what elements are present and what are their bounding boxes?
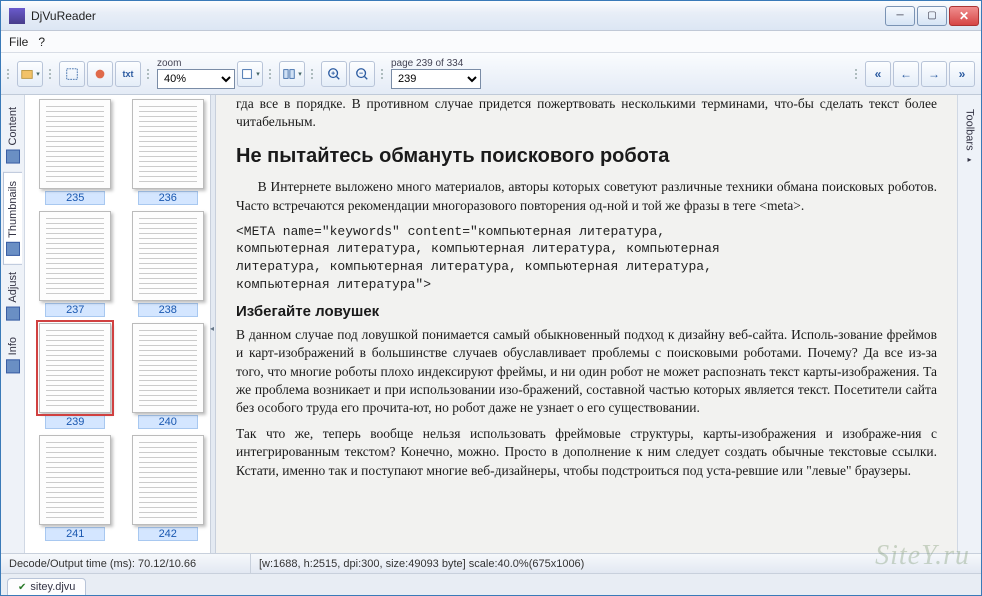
page-combo[interactable]: 239: [391, 69, 481, 89]
thumbnail-number: 236: [138, 191, 198, 205]
page-subheading: Избегайте ловушек: [236, 303, 937, 320]
tab-info[interactable]: Info: [4, 329, 22, 381]
thumbnail[interactable]: 240: [126, 323, 211, 429]
page-code-block: <META name="keywords" content="компьютер…: [236, 223, 937, 293]
side-tabs: Content Thumbnails Adjust Info: [1, 95, 25, 553]
page-paragraph: В Интернете выложено много материалов, а…: [236, 178, 937, 214]
minimize-button[interactable]: ─: [885, 6, 915, 26]
text-tool-button[interactable]: txt: [115, 61, 141, 87]
zoom-combo[interactable]: 40%: [157, 69, 235, 89]
tab-toolbars[interactable]: Toolbars: [962, 101, 978, 172]
thumbnail-image: [132, 323, 204, 413]
tab-thumbnails[interactable]: Thumbnails: [3, 172, 22, 265]
page-heading: Не пытайтесь обмануть поискового робота: [236, 145, 937, 168]
page-paragraph: В данном случае под ловушкой понимается …: [236, 326, 937, 417]
page-paragraph: гда все в порядке. В противном случае пр…: [236, 95, 937, 131]
app-title: DjVuReader: [31, 9, 885, 23]
zoom-mode-button[interactable]: [237, 61, 263, 87]
app-window: DjVuReader ─ ▢ ✕ File ? txt zoom 40%: [0, 0, 982, 596]
titlebar: DjVuReader ─ ▢ ✕: [1, 1, 981, 31]
page-label: page 239 of 334: [391, 58, 463, 69]
thumbnail-number: 235: [45, 191, 105, 205]
prev-page-button[interactable]: ←: [893, 61, 919, 87]
thumbnail[interactable]: 242: [126, 435, 211, 541]
thumbnail-number: 239: [45, 415, 105, 429]
next-page-button[interactable]: →: [921, 61, 947, 87]
thumbnail-image: [39, 211, 111, 301]
adjust-icon: [6, 307, 20, 321]
zoom-label: zoom: [157, 58, 181, 69]
tab-content[interactable]: Content: [4, 99, 22, 172]
thumbnail-number: 237: [45, 303, 105, 317]
close-button[interactable]: ✕: [949, 6, 979, 26]
menu-file[interactable]: File: [9, 35, 28, 49]
thumbnail-image: [132, 99, 204, 189]
tab-adjust[interactable]: Adjust: [4, 264, 22, 329]
document-tab[interactable]: ✔ sitey.djvu: [7, 578, 86, 595]
hand-tool-button[interactable]: [87, 61, 113, 87]
toolbar: txt zoom 40% page 239 of 334: [1, 53, 981, 95]
status-info: [w:1688, h:2515, dpi:300, size:49093 byt…: [251, 554, 981, 573]
toolbar-grip[interactable]: [269, 62, 275, 86]
page-content: гда все в порядке. В противном случае пр…: [216, 95, 957, 553]
toolbar-grip[interactable]: [855, 62, 861, 86]
toolbar-grip[interactable]: [49, 62, 55, 86]
page-view[interactable]: гда все в порядке. В противном случае пр…: [216, 95, 957, 553]
toolbar-grip[interactable]: [381, 62, 387, 86]
thumbnail[interactable]: 241: [33, 435, 118, 541]
thumbnail-number: 238: [138, 303, 198, 317]
thumbnail[interactable]: 238: [126, 211, 211, 317]
layout-button[interactable]: [279, 61, 305, 87]
first-page-button[interactable]: «: [865, 61, 891, 87]
right-tabs: Toolbars: [957, 95, 981, 553]
thumbnail-panel: 235 236 237 238 239 240 241 242: [25, 95, 211, 553]
thumbnail-image: [132, 211, 204, 301]
thumbnail[interactable]: 236: [126, 99, 211, 205]
content-icon: [6, 150, 20, 164]
app-icon: [9, 8, 25, 24]
thumbnail[interactable]: 237: [33, 211, 118, 317]
status-decode: Decode/Output time (ms): 70.12/10.66: [1, 554, 251, 573]
thumbnail-image: [132, 435, 204, 525]
body-area: Content Thumbnails Adjust Info 235 236 237…: [1, 95, 981, 553]
menu-help[interactable]: ?: [38, 35, 45, 49]
document-tab-label: sitey.djvu: [30, 581, 75, 593]
toolbar-grip[interactable]: [147, 62, 153, 86]
select-tool-button[interactable]: [59, 61, 85, 87]
last-page-button[interactable]: »: [949, 61, 975, 87]
maximize-button[interactable]: ▢: [917, 6, 947, 26]
check-icon: ✔: [18, 582, 26, 593]
thumbnail-number: 240: [138, 415, 198, 429]
zoom-out-button[interactable]: [349, 61, 375, 87]
thumbnail-number: 241: [45, 527, 105, 541]
document-tabs: ✔ sitey.djvu: [1, 573, 981, 595]
thumbnail[interactable]: 235: [33, 99, 118, 205]
zoom-in-button[interactable]: [321, 61, 347, 87]
info-icon: [6, 359, 20, 373]
thumbnail-image: [39, 323, 111, 413]
toolbar-grip[interactable]: [7, 62, 13, 86]
thumbnail-image: [39, 435, 111, 525]
menubar: File ?: [1, 31, 981, 53]
toolbar-grip[interactable]: [311, 62, 317, 86]
thumbnail-number: 242: [138, 527, 198, 541]
thumbnail[interactable]: 239: [33, 323, 118, 429]
open-button[interactable]: [17, 61, 43, 87]
thumbnail-image: [39, 99, 111, 189]
page-paragraph: Так что же, теперь вообще нельзя использ…: [236, 425, 937, 480]
statusbar: Decode/Output time (ms): 70.12/10.66 [w:…: [1, 553, 981, 573]
thumbnails-icon: [6, 241, 20, 255]
